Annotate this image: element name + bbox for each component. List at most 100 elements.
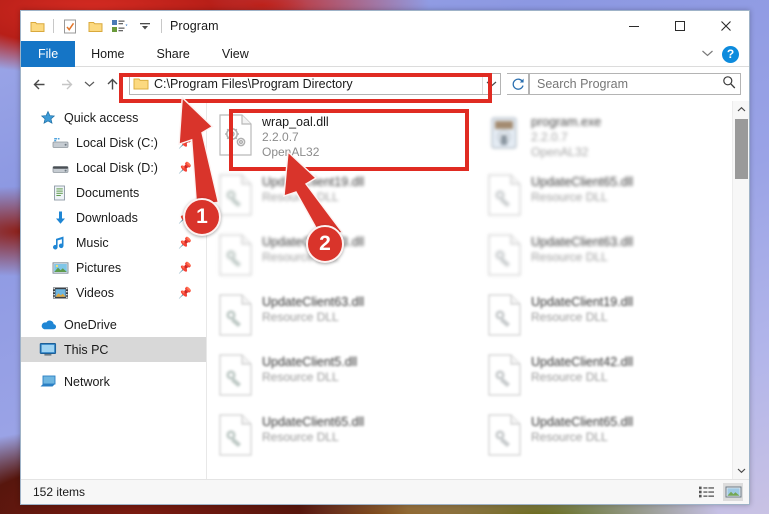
videos-icon (51, 284, 69, 302)
pin-icon[interactable]: 📌 (178, 261, 192, 274)
pin-icon[interactable]: 📌 (178, 161, 192, 174)
dropdown-icon[interactable] (134, 15, 156, 37)
chevron-down-icon[interactable] (701, 45, 714, 63)
dll-icon (217, 173, 255, 217)
sidebar-item-this-pc[interactable]: This PC (21, 337, 206, 362)
file-description: Resource DLL (262, 190, 339, 204)
sidebar-item-local-disk-c[interactable]: Local Disk (C:) 📌 (21, 130, 206, 155)
search-box[interactable] (529, 73, 741, 95)
file-list-pane[interactable]: wrap_oal.dll 2.2.0.7 OpenAL32 program.ex… (206, 101, 749, 479)
sidebar-item-label: Downloads (76, 210, 138, 225)
file-description: Resource DLL (262, 430, 339, 444)
sidebar-item-label: Quick access (64, 110, 139, 125)
sidebar-item-label: OneDrive (64, 317, 117, 332)
list-item-text: UpdateClient63.dll Resource DLL (531, 233, 633, 264)
pin-icon[interactable]: 📌 (178, 236, 192, 249)
sidebar-item-local-disk-d[interactable]: Local Disk (D:) 📌 (21, 155, 206, 180)
list-item-text: UpdateClient65.dll Resource DLL (531, 173, 633, 204)
up-button[interactable] (99, 71, 125, 97)
file-grid: wrap_oal.dll 2.2.0.7 OpenAL32 program.ex… (207, 101, 749, 479)
forward-button[interactable] (53, 71, 79, 97)
dll-icon (486, 233, 524, 277)
sidebar-item-pictures[interactable]: Pictures 📌 (21, 255, 206, 280)
list-item[interactable]: UpdateClient42.dll Resource DLL (480, 347, 749, 407)
refresh-button[interactable] (507, 73, 529, 95)
recent-locations-button[interactable] (79, 71, 99, 97)
address-bar-wrapper: C:\Program Files\Program Directory (129, 73, 501, 95)
new-folder-icon[interactable] (84, 15, 106, 37)
sidebar-item-music[interactable]: Music 📌 (21, 230, 206, 255)
list-item[interactable]: UpdateClient5.dll Resource DLL (211, 347, 480, 407)
file-description: Resource DLL (262, 310, 339, 324)
list-item[interactable]: UpdateClient65.dll Resource DLL (480, 407, 749, 467)
sidebar-item-documents[interactable]: Documents (21, 180, 206, 205)
annotation-badge-1: 1 (183, 198, 221, 236)
list-item-text: UpdateClient19.dll Resource DLL (531, 293, 633, 324)
navigation-pane: Quick access Local Disk (C:) 📌 Local Dis… (21, 101, 206, 479)
scrollbar-thumb[interactable] (735, 119, 748, 179)
tab-view[interactable]: View (206, 41, 265, 67)
list-item[interactable]: wrap_oal.dll 2.2.0.7 OpenAL32 (211, 107, 480, 167)
file-name: UpdateClient63.dll (531, 235, 634, 249)
file-description: Resource DLL (531, 250, 608, 264)
sidebar-item-network[interactable]: Network (21, 369, 206, 394)
list-item[interactable]: UpdateClient19.dll Resource DLL (211, 167, 480, 227)
properties-icon[interactable] (59, 15, 81, 37)
list-item-text: program.exe 2.2.0.7 OpenAL32 (531, 113, 601, 159)
list-item[interactable]: UpdateClient63.dll Resource DLL (480, 227, 749, 287)
tab-file[interactable]: File (21, 41, 76, 67)
item-count: 152 items (33, 485, 86, 499)
address-path: C:\Program Files\Program Directory (154, 77, 353, 91)
folder-icon[interactable] (26, 15, 48, 37)
list-item[interactable]: UpdateClient19.dll Resource DLL (480, 287, 749, 347)
dll-icon (486, 173, 524, 217)
sidebar-item-videos[interactable]: Videos 📌 (21, 280, 206, 305)
sidebar-item-onedrive[interactable]: OneDrive (21, 312, 206, 337)
customize-menu-icon[interactable] (109, 15, 131, 37)
help-button[interactable]: ? (722, 45, 739, 63)
list-item[interactable]: program.exe 2.2.0.7 OpenAL32 (480, 107, 749, 167)
tab-home[interactable]: Home (75, 41, 140, 67)
pin-icon[interactable]: 📌 (178, 286, 192, 299)
exe-icon (486, 113, 524, 157)
minimize-button[interactable] (611, 11, 657, 41)
documents-icon (51, 184, 69, 202)
search-input[interactable] (537, 77, 722, 91)
back-button[interactable] (27, 71, 53, 97)
explorer-body: Quick access Local Disk (C:) 📌 Local Dis… (21, 101, 749, 479)
dll-icon (217, 293, 255, 337)
list-item[interactable]: UpdateClient63.dll Resource DLL (211, 287, 480, 347)
maximize-button[interactable] (657, 11, 703, 41)
close-button[interactable] (703, 11, 749, 41)
file-name: UpdateClient42.dll (531, 355, 634, 369)
sidebar-item-label: Local Disk (D:) (76, 160, 158, 175)
chevron-down-icon[interactable] (733, 462, 749, 479)
chevron-up-icon[interactable] (733, 101, 749, 118)
list-item-text: UpdateClient19.dll Resource DLL (262, 173, 364, 204)
dll-icon (217, 413, 255, 457)
vertical-scrollbar[interactable] (732, 101, 749, 479)
dll-icon (217, 233, 255, 277)
details-view-icon[interactable] (696, 483, 716, 501)
dll-icon (486, 353, 524, 397)
list-item[interactable]: UpdateClient65.dll Resource DLL (480, 167, 749, 227)
sidebar-item-quick-access[interactable]: Quick access (21, 105, 206, 130)
ribbon-right-controls: ? (701, 41, 745, 67)
address-bar[interactable]: C:\Program Files\Program Directory (129, 73, 501, 95)
pin-icon[interactable]: 📌 (178, 136, 192, 149)
sidebar-item-downloads[interactable]: Downloads 📌 (21, 205, 206, 230)
file-name: UpdateClient63.dll (262, 295, 365, 309)
ribbon-tabs: File Home Share View ? (21, 41, 749, 67)
list-item[interactable]: UpdateClient65.dll Resource DLL (211, 407, 480, 467)
tab-share[interactable]: Share (141, 41, 206, 67)
chevron-down-icon[interactable] (482, 74, 500, 94)
file-version: 2.2.0.7 (262, 130, 299, 144)
sidebar-item-label: Local Disk (C:) (76, 135, 158, 150)
file-name: program.exe (531, 115, 602, 129)
list-item[interactable]: UpdateClient63.dll Resource DLL (211, 227, 480, 287)
file-description: Resource DLL (531, 430, 608, 444)
file-name: UpdateClient65.dll (262, 415, 365, 429)
tiles-view-icon[interactable] (723, 483, 743, 501)
